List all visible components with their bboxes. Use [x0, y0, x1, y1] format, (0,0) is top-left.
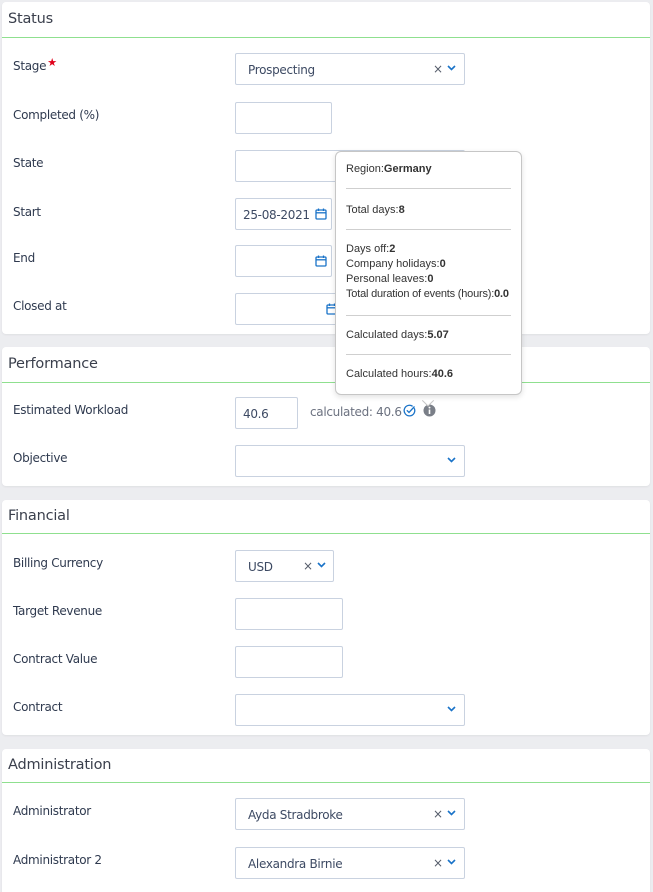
administrator-2-value: Alexandra Birnie — [248, 857, 343, 871]
estimated-workload-label: Estimated Workload — [13, 403, 129, 417]
billing-currency-row: Billing Currency USD × — [2, 550, 650, 584]
billing-currency-label: Billing Currency — [13, 556, 103, 570]
performance-section: Performance Estimated Workload 40.6 calc… — [2, 347, 650, 486]
chevron-down-icon[interactable] — [447, 859, 456, 865]
objective-label: Objective — [13, 451, 68, 465]
chevron-down-icon[interactable] — [447, 706, 456, 712]
chevron-down-icon[interactable] — [317, 562, 326, 568]
status-section: Status Stage★ Prospecting × Completed (%… — [2, 2, 650, 334]
clear-icon[interactable]: × — [433, 62, 443, 76]
calendar-icon[interactable] — [315, 255, 327, 267]
section-title: Status — [2, 2, 650, 38]
billing-currency-select[interactable]: USD × — [235, 550, 334, 582]
estimated-workload-row: Estimated Workload 40.6 calculated: 40.6 — [2, 397, 650, 431]
objective-select[interactable] — [235, 445, 465, 477]
stage-value: Prospecting — [248, 63, 315, 77]
start-row: Start 25-08-2021 — [2, 198, 650, 232]
contract-label: Contract — [13, 700, 63, 714]
administrator-value: Ayda Stradbroke — [248, 808, 343, 822]
tooltip-calculated-days: Calculated days:5.07 — [346, 329, 449, 341]
start-date-input[interactable]: 25-08-2021 — [235, 198, 332, 230]
contract-value-label: Contract Value — [13, 652, 98, 666]
estimated-workload-value: 40.6 — [243, 407, 269, 421]
chevron-down-icon[interactable] — [447, 65, 456, 71]
target-revenue-label: Target Revenue — [13, 604, 102, 618]
section-title: Financial — [2, 500, 650, 534]
administrator-2-row: Administrator 2 Alexandra Birnie × — [2, 847, 650, 881]
calculated-workload-text: calculated: 40.6 — [310, 405, 402, 419]
administrator-2-label: Administrator 2 — [13, 853, 102, 867]
end-label: End — [13, 251, 35, 265]
contract-row: Contract — [2, 694, 650, 728]
completed-row: Completed (%) — [2, 102, 650, 136]
section-title: Performance — [2, 347, 650, 383]
closed-at-row: Closed at — [2, 293, 650, 327]
end-date-input[interactable] — [235, 245, 332, 277]
closed-at-label: Closed at — [13, 299, 67, 313]
stage-select[interactable]: Prospecting × — [235, 53, 465, 85]
contract-select[interactable] — [235, 694, 465, 726]
stage-row: Stage★ Prospecting × — [2, 53, 650, 87]
clear-icon[interactable]: × — [303, 559, 313, 573]
workload-breakdown-tooltip: Region:Germany Total days:8 Days off:2 C… — [335, 151, 522, 395]
tooltip-total-days: Total days:8 — [346, 204, 405, 216]
billing-currency-value: USD — [248, 560, 273, 574]
completed-label: Completed (%) — [13, 108, 100, 122]
tooltip-company-holidays: Company holidays:0 — [346, 258, 446, 270]
target-revenue-input[interactable] — [235, 598, 343, 630]
required-star-icon: ★ — [47, 56, 57, 69]
clear-icon[interactable]: × — [433, 807, 443, 821]
section-title: Administration — [2, 749, 650, 783]
start-label: Start — [13, 205, 41, 219]
state-row: State — [2, 150, 650, 184]
tooltip-events-duration: Total duration of events (hours):0.0 — [346, 288, 509, 300]
administration-section: Administration Administrator Ayda Stradb… — [2, 749, 650, 892]
tooltip-calculated-hours: Calculated hours:40.6 — [346, 368, 454, 380]
state-label: State — [13, 156, 44, 170]
tooltip-personal-leaves: Personal leaves:0 — [346, 273, 434, 285]
chevron-down-icon[interactable] — [447, 457, 456, 463]
tooltip-days-off: Days off:2 — [346, 243, 396, 255]
financial-section: Financial Billing Currency USD × Target … — [2, 500, 650, 735]
clear-icon[interactable]: × — [433, 856, 443, 870]
objective-row: Objective — [2, 445, 650, 479]
administrator-2-select[interactable]: Alexandra Birnie × — [235, 847, 465, 879]
stage-label: Stage★ — [13, 56, 57, 73]
tooltip-arrow — [421, 394, 435, 407]
calendar-icon[interactable] — [315, 208, 327, 220]
start-date-value: 25-08-2021 — [243, 208, 310, 222]
administrator-row: Administrator Ayda Stradbroke × — [2, 798, 650, 832]
tooltip-region: Region:Germany — [346, 163, 432, 175]
end-row: End — [2, 245, 650, 279]
contract-value-row: Contract Value — [2, 646, 650, 680]
contract-value-input[interactable] — [235, 646, 343, 678]
estimated-workload-input[interactable]: 40.6 — [235, 397, 298, 429]
target-revenue-row: Target Revenue — [2, 598, 650, 632]
closed-at-date-input[interactable] — [235, 293, 343, 325]
completed-input[interactable] — [235, 102, 332, 134]
chevron-down-icon[interactable] — [447, 810, 456, 816]
administrator-select[interactable]: Ayda Stradbroke × — [235, 798, 465, 830]
administrator-label: Administrator — [13, 804, 91, 818]
check-circle-icon[interactable] — [403, 404, 416, 417]
